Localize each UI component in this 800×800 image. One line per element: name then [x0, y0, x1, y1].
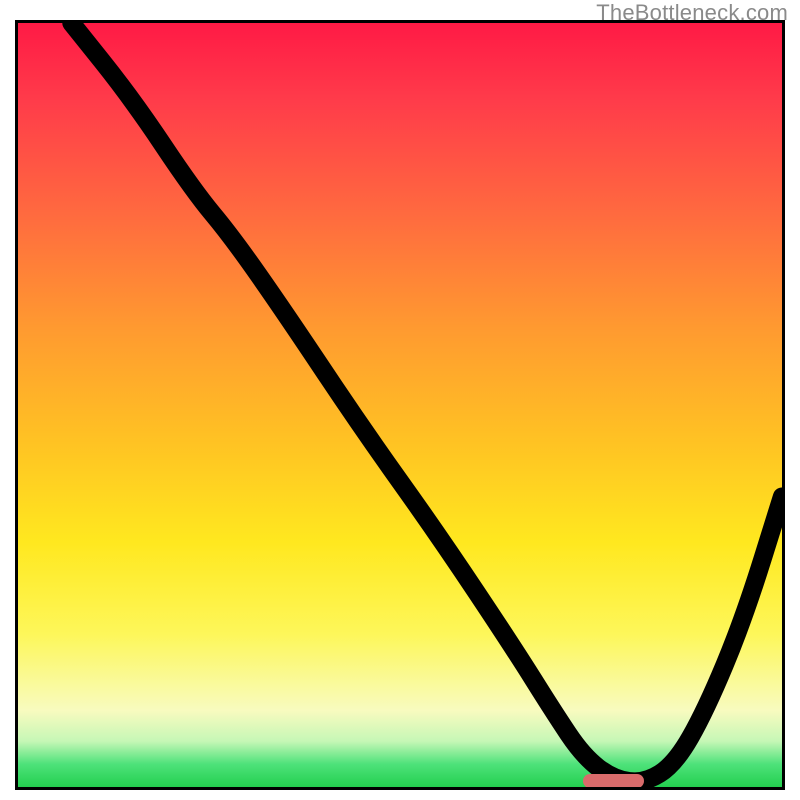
- chart-svg: [18, 23, 782, 787]
- bottleneck-curve: [71, 23, 782, 782]
- chart-frame: [15, 20, 785, 790]
- optimal-range-marker: [583, 774, 644, 788]
- chart-plot-area: [18, 23, 782, 787]
